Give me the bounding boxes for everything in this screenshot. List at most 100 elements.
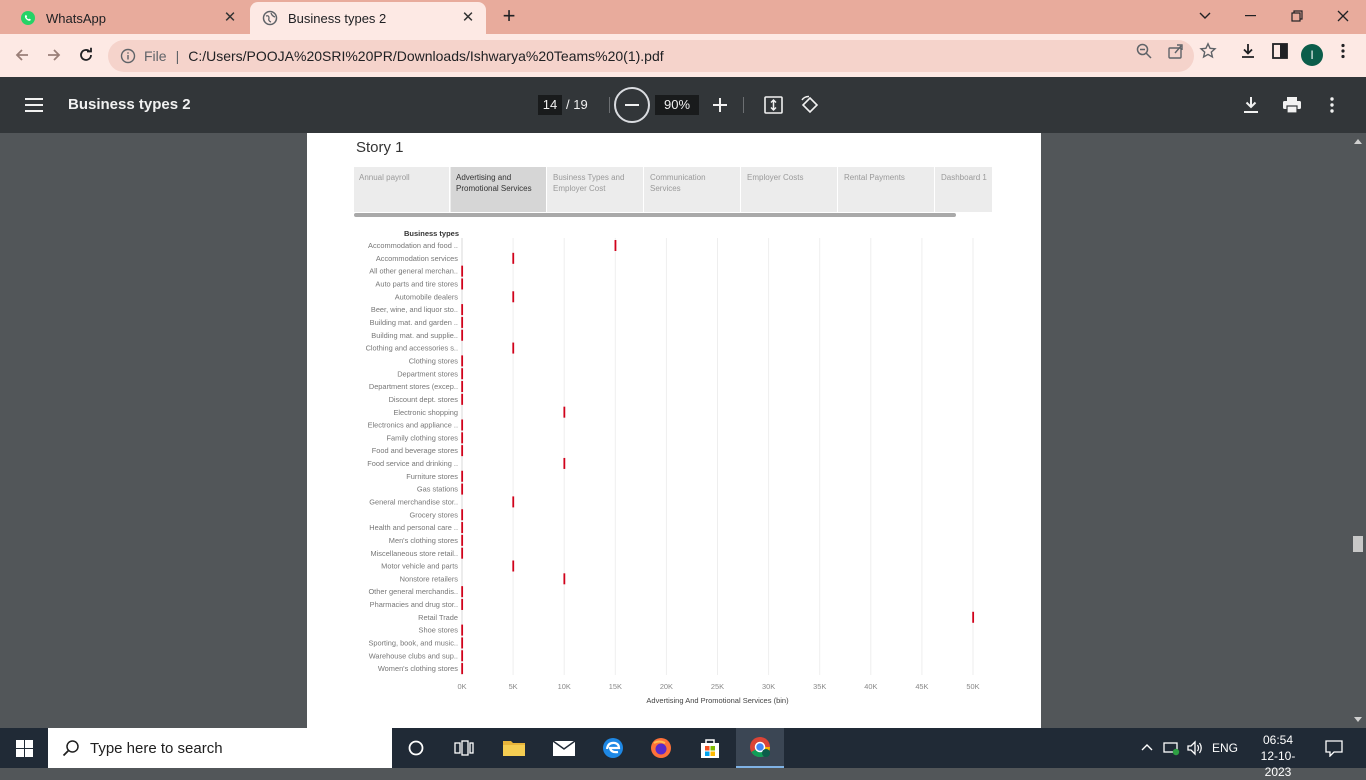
minimize-button[interactable] [1228, 0, 1274, 32]
url-text: C:/Users/POOJA%20SRI%20PR/Downloads/Ishw… [188, 48, 664, 64]
story-tab-advertising[interactable]: Advertising and Promotional Services [451, 167, 547, 212]
y-axis-label: Discount dept. stores [389, 395, 459, 404]
y-axis-label: Department stores (excep.. [369, 382, 458, 391]
reload-icon [80, 47, 92, 61]
forward-button[interactable] [41, 42, 67, 68]
cortana-button[interactable] [392, 728, 440, 768]
scroll-up-icon[interactable] [1354, 139, 1362, 144]
scroll-thumb[interactable] [1353, 536, 1363, 552]
x-tick-label: 50K [966, 682, 979, 691]
y-axis-label: Electronic shopping [393, 408, 458, 417]
hamburger-menu-icon[interactable] [25, 97, 43, 113]
story-tab-employer-costs[interactable]: Employer Costs [742, 167, 838, 212]
tick-mark [461, 445, 464, 457]
tick-mark [563, 406, 566, 418]
y-axis-label: Electronics and appliance .. [368, 421, 458, 430]
share-icon[interactable] [1167, 42, 1185, 60]
print-icon[interactable] [1282, 96, 1302, 114]
tab-business-types[interactable]: Business types 2 ✕ [250, 2, 486, 34]
scroll-down-icon[interactable] [1354, 717, 1362, 722]
download-icon[interactable] [1243, 96, 1259, 114]
y-axis-label: Clothing stores [409, 356, 459, 365]
page-number-input[interactable]: 14 [538, 95, 562, 115]
restore-button[interactable] [1274, 0, 1320, 32]
y-axis-label: Warehouse clubs and sup.. [369, 651, 458, 660]
page-scrollbar[interactable] [1350, 133, 1366, 728]
y-axis-label: Food service and drinking .. [367, 459, 458, 468]
story-tab-annual-payroll[interactable]: Annual payroll [354, 167, 450, 212]
story-tab-communication[interactable]: Communication Services [645, 167, 741, 212]
story-scrollbar[interactable] [354, 213, 956, 217]
edge-button[interactable] [589, 728, 637, 768]
arrow-left-icon [15, 49, 28, 61]
y-axis-label: Retail Trade [418, 613, 458, 622]
task-view-button[interactable] [440, 728, 488, 768]
fit-page-icon[interactable] [764, 96, 783, 114]
tick-mark [512, 291, 515, 303]
y-axis-label: Sporting, book, and music.. [368, 639, 458, 648]
clock-time: 06:54 [1262, 733, 1294, 747]
taskbar-search[interactable]: Type here to search [48, 728, 392, 768]
y-axis-label: Auto parts and tire stores [375, 280, 458, 289]
chevron-down-icon[interactable] [1182, 0, 1228, 32]
y-axis-label: Family clothing stores [387, 433, 459, 442]
language-indicator[interactable]: ENG [1212, 741, 1238, 755]
firefox-button[interactable] [637, 728, 685, 768]
back-button[interactable] [9, 42, 35, 68]
info-icon[interactable] [120, 48, 136, 64]
chrome-button[interactable] [736, 728, 784, 768]
tick-mark [512, 252, 515, 264]
tick-mark [461, 329, 464, 341]
tick-mark [461, 637, 464, 649]
task-view-icon [454, 740, 474, 756]
close-icon[interactable]: ✕ [458, 8, 478, 28]
tick-mark [461, 483, 464, 495]
x-tick-label: 25K [711, 682, 724, 691]
mail-button[interactable] [540, 728, 588, 768]
story-tab-dashboard[interactable]: Dashboard 1 [936, 167, 993, 212]
address-bar[interactable]: File | C:/Users/POOJA%20SRI%20PR/Downloa… [108, 40, 1194, 72]
x-tick-label: 10K [558, 682, 571, 691]
plus-icon[interactable] [713, 98, 727, 112]
whatsapp-icon [21, 11, 35, 25]
rotate-icon[interactable] [800, 95, 820, 115]
volume-icon[interactable] [1186, 740, 1204, 756]
zoom-icon[interactable] [1135, 42, 1153, 60]
tick-mark [461, 355, 464, 367]
tick-mark [563, 573, 566, 585]
tick-mark [461, 598, 464, 610]
zoom-out-button[interactable] [614, 87, 650, 123]
reload-button[interactable] [73, 42, 99, 68]
document-title: Business types 2 [68, 96, 191, 113]
tick-mark [461, 650, 464, 662]
y-axis-label: Accommodation and food .. [368, 241, 458, 250]
store-icon [701, 739, 719, 758]
notification-icon[interactable] [1325, 740, 1343, 757]
tab-title: WhatsApp [46, 10, 106, 26]
more-actions-icon[interactable] [1327, 96, 1337, 114]
store-button[interactable] [686, 728, 734, 768]
star-icon[interactable] [1199, 42, 1217, 60]
avatar[interactable]: I [1301, 44, 1323, 66]
clock[interactable]: 06:54 12-10-2023 [1248, 732, 1308, 780]
page-total: / 19 [566, 97, 588, 112]
side-panel-icon[interactable] [1271, 42, 1289, 60]
zoom-level-input[interactable]: 90% [655, 95, 699, 115]
start-button[interactable] [0, 728, 48, 768]
close-window-button[interactable] [1320, 0, 1366, 32]
y-axis-label: Food and beverage stores [372, 446, 459, 455]
network-icon[interactable] [1163, 740, 1181, 756]
story-tab-business-types[interactable]: Business Types and Employer Cost [548, 167, 644, 212]
minus-icon [625, 104, 639, 106]
y-axis-label: Motor vehicle and parts [381, 562, 458, 571]
story-tab-rental-payments[interactable]: Rental Payments [839, 167, 935, 212]
windows-icon [15, 739, 33, 757]
chevron-up-icon[interactable] [1141, 743, 1153, 751]
close-icon[interactable]: ✕ [220, 8, 240, 28]
divider [743, 97, 744, 113]
menu-dots-icon[interactable] [1334, 42, 1352, 60]
new-tab-button[interactable]: + [498, 5, 520, 28]
tab-whatsapp[interactable]: WhatsApp ✕ [8, 2, 248, 34]
file-explorer-button[interactable] [490, 728, 538, 768]
download-icon[interactable] [1239, 42, 1257, 60]
